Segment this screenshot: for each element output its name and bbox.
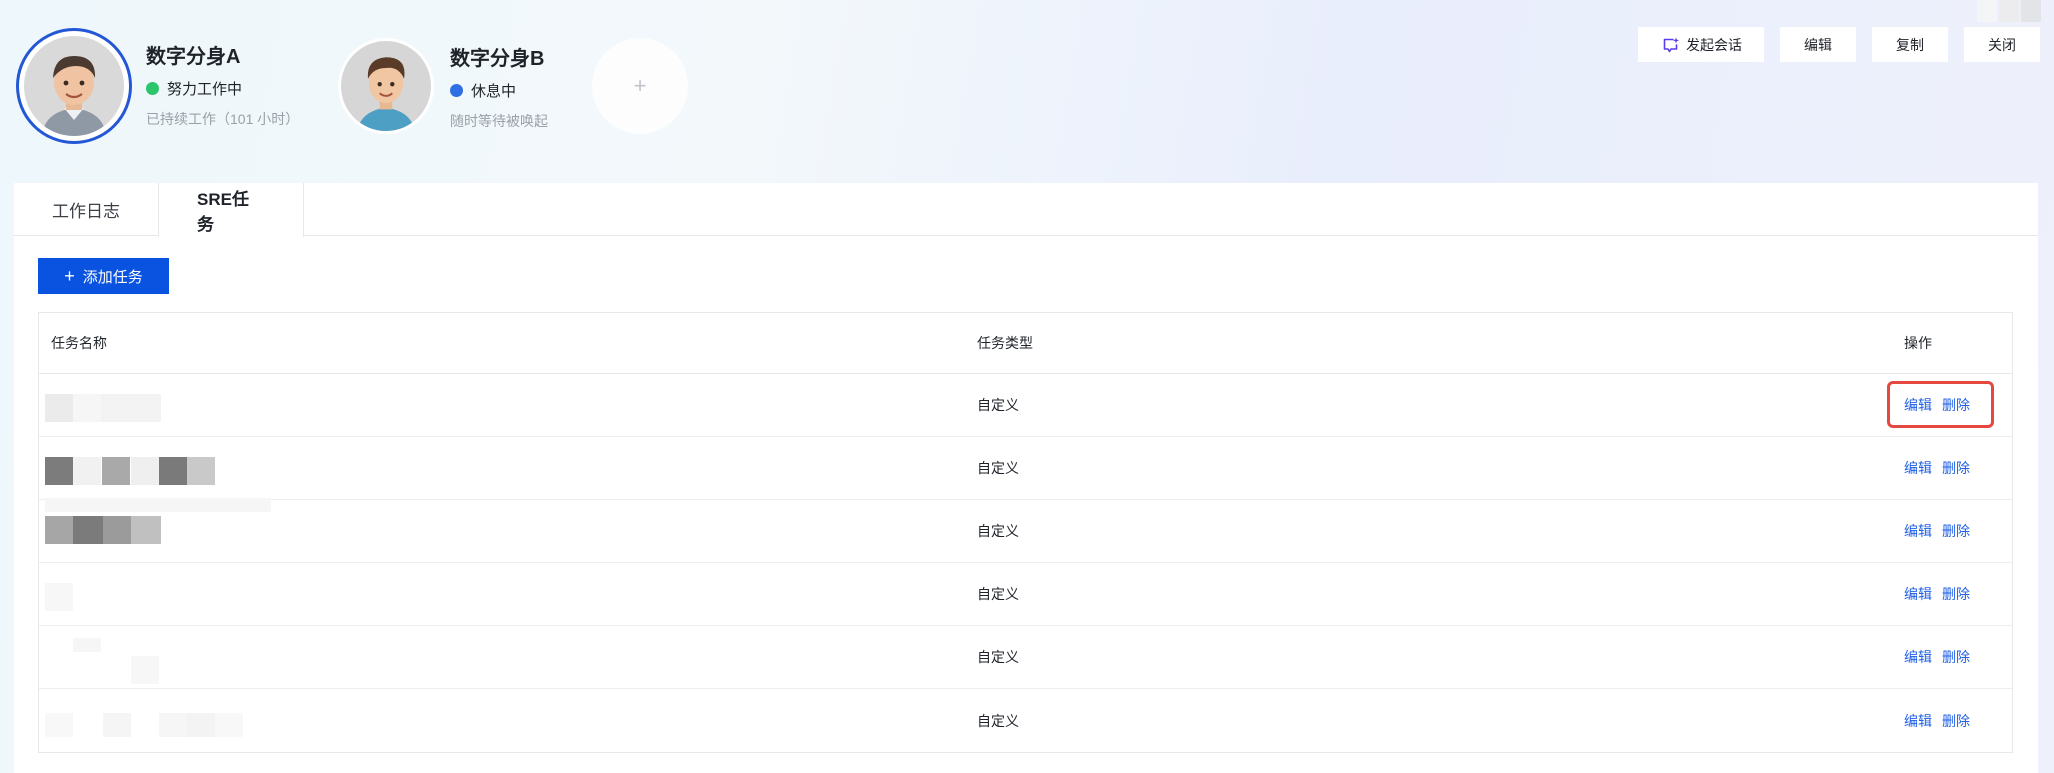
table-row: 自定义 编辑 删除 [39,374,2012,437]
avatar[interactable] [16,28,132,144]
plus-icon: + [64,266,75,286]
plus-icon: + [633,73,647,98]
row-actions: 编辑 删除 [1904,458,1970,478]
agent-subtitle: 已持续工作（101 小时） [146,111,300,127]
row-actions: 编辑 删除 [1904,521,1970,541]
agent-status-label: 努力工作中 [167,81,243,98]
agent-status: 休息中 [450,80,548,101]
add-task-label: 添加任务 [82,268,143,286]
delete-link[interactable]: 删除 [1942,647,1970,667]
edit-link[interactable]: 编辑 [1904,395,1932,415]
delete-link[interactable]: 删除 [1942,521,1970,541]
add-task-button[interactable]: + 添加任务 [38,258,169,294]
task-type: 自定义 [977,586,1019,602]
agent-name: 数字分身A [146,46,241,68]
tab-work-log[interactable]: 工作日志 [14,183,158,236]
table-row: 自定义 编辑 删除 [39,563,2012,626]
edit-link[interactable]: 编辑 [1904,711,1932,731]
row-actions: 编辑 删除 [1904,395,1970,415]
redacted-name [45,449,285,489]
delete-link[interactable]: 删除 [1942,711,1970,731]
copy-button[interactable]: 复制 [1872,27,1948,62]
avatar[interactable] [338,38,434,134]
column-header-actions: 操作 [1904,335,1932,351]
task-type: 自定义 [977,397,1019,413]
table-row: 自定义 编辑 删除 [39,437,2012,500]
edit-link[interactable]: 编辑 [1904,584,1932,604]
agent-status-label: 休息中 [471,83,517,100]
tab-sre-tasks[interactable]: SRE任务 [158,183,304,237]
row-actions: 编辑 删除 [1904,647,1970,667]
table-row: 自定义 编辑 删除 [39,689,2012,752]
redacted-name [45,386,285,426]
table-header: 任务名称 任务类型 操作 [39,313,2012,374]
top-actions: 发起会话 编辑 复制 关闭 [1638,27,2040,62]
redacted-name [45,701,285,741]
edit-link[interactable]: 编辑 [1904,647,1932,667]
edit-link[interactable]: 编辑 [1904,458,1932,478]
redacted-name [45,638,285,684]
table-row: 自定义 编辑 删除 [39,626,2012,689]
agent-status: 努力工作中 [146,78,299,99]
table-row: 自定义 编辑 删除 [39,498,2012,563]
edit-link[interactable]: 编辑 [1904,521,1932,541]
row-actions: 编辑 删除 [1904,584,1970,604]
redacted-name [45,575,285,615]
avatar-a-icon [24,36,124,136]
avatar-b-icon [341,41,431,131]
main-panel: 工作日志 SRE任务 + 添加任务 任务名称 任务类型 操作 自定义 编辑 删除 [14,183,2038,773]
task-type: 自定义 [977,649,1019,665]
task-type: 自定义 [977,523,1019,539]
close-button[interactable]: 关闭 [1964,27,2040,62]
delete-link[interactable]: 删除 [1942,458,1970,478]
agent-subtitle: 随时等待被唤起 [450,113,548,129]
delete-link[interactable]: 删除 [1942,584,1970,604]
start-chat-button[interactable]: 发起会话 [1638,27,1764,62]
redacted-name [45,498,285,544]
status-dot-icon [146,82,159,95]
tab-bar: 工作日志 SRE任务 [14,183,2038,237]
agent-name: 数字分身B [450,48,545,70]
agent-card-a[interactable]: 数字分身A 努力工作中 已持续工作（101 小时） [16,28,299,144]
task-type: 自定义 [977,712,1019,729]
column-header-name: 任务名称 [51,335,107,351]
edit-button[interactable]: 编辑 [1780,27,1856,62]
task-table: 任务名称 任务类型 操作 自定义 编辑 删除 自定义 编辑 删除 自定义 编辑 … [38,312,2013,753]
chat-spark-icon [1663,37,1679,52]
agent-card-b[interactable]: 数字分身B 休息中 随时等待被唤起 [338,28,548,134]
status-dot-icon [450,84,463,97]
corner-decoration [1977,0,2041,22]
column-header-type: 任务类型 [977,335,1033,351]
add-agent-button[interactable]: + [592,38,688,134]
delete-link[interactable]: 删除 [1942,395,1970,415]
task-type: 自定义 [977,460,1019,476]
row-actions: 编辑 删除 [1904,711,1970,731]
start-chat-label: 发起会话 [1686,36,1742,53]
